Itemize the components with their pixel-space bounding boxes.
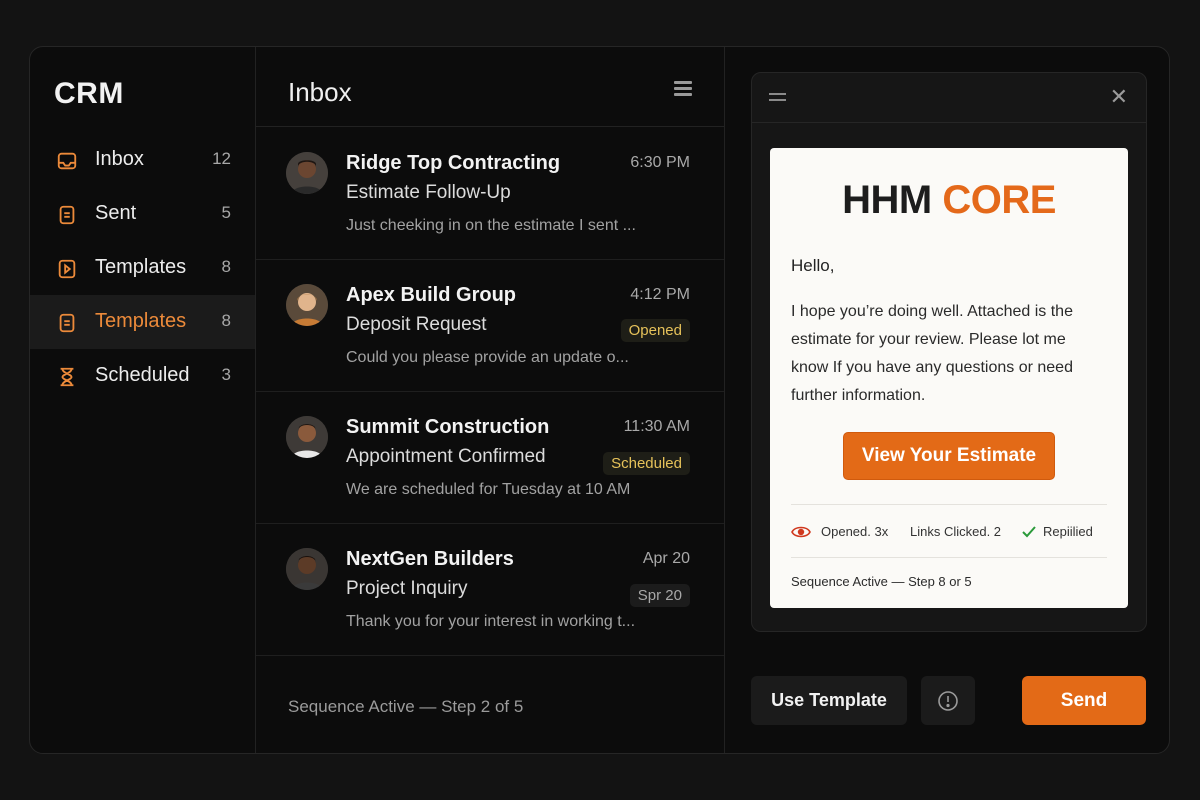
email-greeting: Hello, <box>791 256 835 275</box>
email-preview-pane: ✕ HHM CORE Hello, I hope you’re doing we… <box>751 72 1147 632</box>
message-row[interactable]: Summit Construction 11:30 AM Appointment… <box>256 392 724 524</box>
message-row[interactable]: NextGen Builders Apr 20 Project Inquiry … <box>256 524 724 656</box>
message-sender: Apex Build Group <box>346 284 516 306</box>
message-subject: Estimate Follow-Up <box>346 182 511 203</box>
sidebar-item-label: Sent <box>95 202 137 224</box>
preview-toolbar: ✕ <box>752 73 1146 123</box>
message-preview: Just cheeking in on the estimate I sent … <box>346 217 636 234</box>
message-row[interactable]: Apex Build Group 4:12 PM Deposit Request… <box>256 260 724 392</box>
avatar <box>286 152 328 194</box>
inbox-icon <box>57 152 77 170</box>
document-icon <box>59 313 75 333</box>
crm-app-window: CRM Inbox 12 Sent 5 Templates 8 Template… <box>29 46 1170 754</box>
message-time: 4:12 PM <box>630 286 690 303</box>
message-sender: Summit Construction <box>346 416 550 438</box>
sidebar-item-label: Scheduled <box>95 364 190 386</box>
message-time: 11:30 AM <box>623 418 690 435</box>
status-badge: Opened <box>620 319 690 342</box>
divider <box>791 504 1107 505</box>
message-subject: Deposit Request <box>346 314 487 335</box>
message-row[interactable]: Ridge Top Contracting 6:30 PM Estimate F… <box>256 128 724 260</box>
brand-logo: HHM CORE <box>842 178 1056 222</box>
message-subject: Appointment Confirmed <box>346 446 546 467</box>
avatar <box>286 284 328 326</box>
email-stats: Opened. 3x Links Clicked. 2 Repiilied <box>791 524 1107 544</box>
sidebar-item-count: 8 <box>221 311 231 330</box>
sidebar-item-count: 3 <box>221 365 231 384</box>
message-subject: Project Inquiry <box>346 578 468 599</box>
sidebar-item-scheduled[interactable]: Scheduled 3 <box>30 349 255 403</box>
sequence-status: Sequence Active — Step 2 of 5 <box>288 697 524 716</box>
sidebar-item-count: 12 <box>212 149 231 168</box>
eye-icon <box>791 526 811 537</box>
drag-handle-icon[interactable] <box>769 93 786 105</box>
message-sender: Ridge Top Contracting <box>346 152 561 174</box>
sidebar-item-inbox[interactable]: Inbox 12 <box>30 133 255 187</box>
email-card: HHM CORE Hello, I hope you’re doing well… <box>770 148 1128 608</box>
message-preview: Thank you for your interest in working t… <box>346 613 636 630</box>
sidebar-item-label: Inbox <box>95 148 144 170</box>
hourglass-icon <box>60 367 74 387</box>
sidebar-item-sent[interactable]: Sent 5 <box>30 187 255 241</box>
message-time: Apr 20 <box>642 550 690 567</box>
opened-stat: Opened. 3x <box>791 524 888 539</box>
avatar <box>286 548 328 590</box>
send-button[interactable]: Send <box>1022 676 1146 725</box>
links-stat: Links Clicked. 2 <box>910 524 1002 539</box>
date-badge: Spr 20 <box>629 584 690 607</box>
sidebar-item-count: 5 <box>221 203 231 222</box>
message-preview: Could you please provide an update o... <box>346 349 629 366</box>
check-icon <box>1022 525 1036 537</box>
inbox-header: Inbox <box>256 47 724 127</box>
sidebar-item-label: Templates <box>95 256 187 278</box>
close-icon[interactable]: ✕ <box>1110 86 1128 108</box>
sidebar-item-count: 8 <box>221 257 231 276</box>
use-template-button[interactable]: Use Template <box>751 676 907 725</box>
alert-icon <box>938 690 958 711</box>
inbox-title: Inbox <box>288 77 352 107</box>
menu-icon[interactable] <box>674 81 692 97</box>
message-sender: NextGen Builders <box>346 548 514 570</box>
play-icon <box>58 259 76 279</box>
avatar <box>286 416 328 458</box>
view-estimate-button[interactable]: View Your Estimate <box>843 432 1055 480</box>
message-time: 6:30 PM <box>630 154 690 171</box>
inbox-panel: Inbox Ridge Top Contracting 6:30 PM Esti… <box>256 47 725 753</box>
document-icon <box>59 205 75 225</box>
sidebar-nav: Inbox 12 Sent 5 Templates 8 Templates 8 … <box>30 133 255 403</box>
email-body: I hope you’re doing well. Attached is th… <box>791 303 1073 404</box>
sidebar-item-label: Templates <box>95 310 187 332</box>
sequence-status-card: Sequence Active — Step 8 or 5 <box>791 574 972 589</box>
message-preview: We are scheduled for Tuesday at 10 AM <box>346 481 631 498</box>
sidebar-item-templates-active[interactable]: Templates 8 <box>30 295 255 349</box>
sidebar: CRM Inbox 12 Sent 5 Templates 8 Template… <box>30 47 256 753</box>
info-button[interactable] <box>921 676 975 725</box>
replied-stat: Repiilied <box>1021 524 1093 539</box>
brand-title: CRM <box>54 77 124 110</box>
sidebar-item-templates[interactable]: Templates 8 <box>30 241 255 295</box>
divider <box>791 557 1107 558</box>
status-badge: Scheduled <box>603 452 690 475</box>
